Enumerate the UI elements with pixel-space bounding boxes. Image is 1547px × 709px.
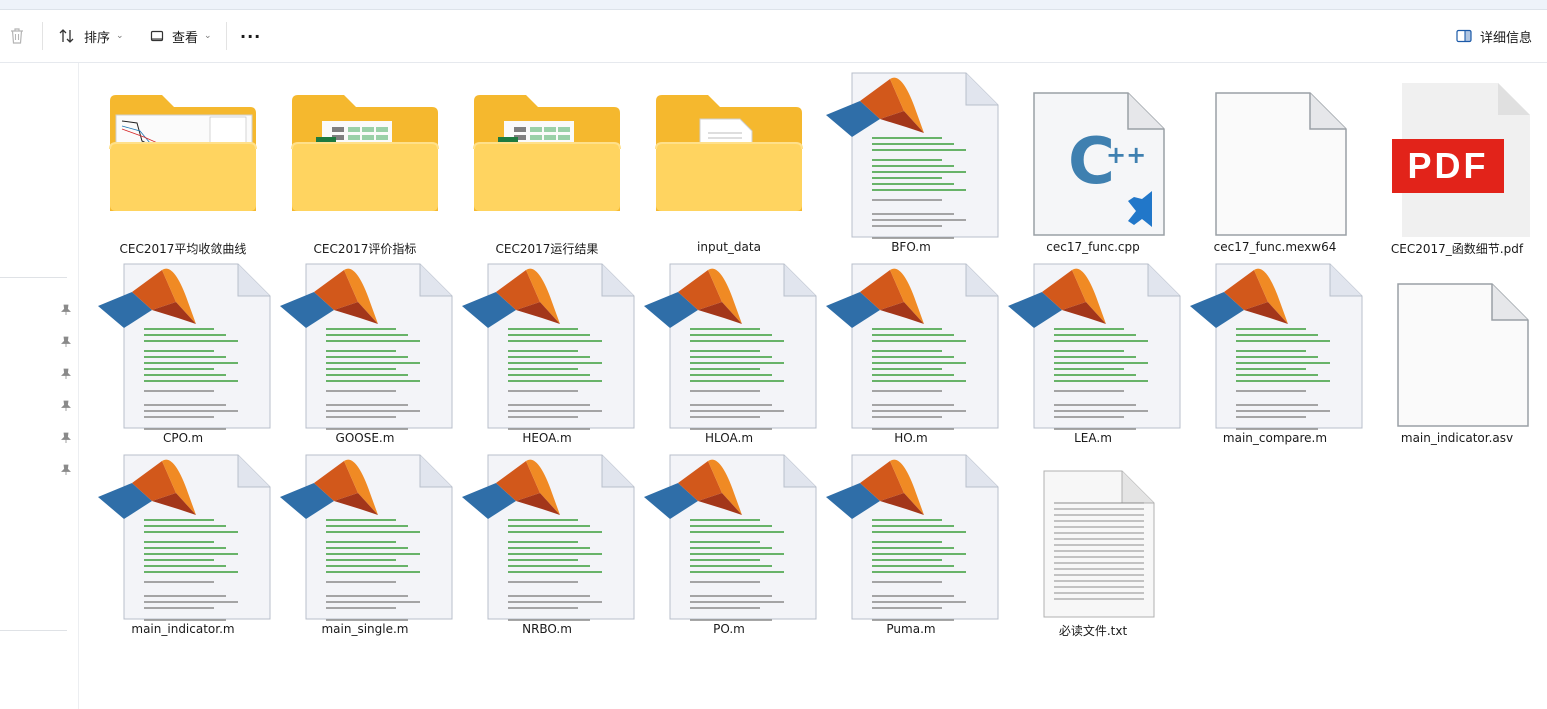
pin-icon[interactable] — [60, 304, 72, 316]
file-item[interactable]: NRBO.m — [456, 445, 638, 636]
folder-icon — [456, 71, 638, 241]
file-name-label: PO.m — [713, 622, 745, 636]
blank-file-icon — [1184, 71, 1366, 241]
file-item[interactable]: main_compare.m — [1184, 254, 1366, 445]
matlab-file-icon — [820, 453, 1002, 623]
chevron-down-icon: ⌄ — [116, 31, 124, 41]
folder-icon — [92, 71, 274, 241]
details-label: 详细信息 — [1480, 30, 1533, 46]
matlab-file-icon — [92, 262, 274, 432]
folder-item[interactable]: CEC2017评价指标 — [274, 63, 456, 256]
more-options-button[interactable]: ··· — [240, 10, 261, 62]
command-bar: 排序 ⌄ 查看 ⌄ ··· 详细信息 — [0, 10, 1547, 63]
folder-icon — [274, 71, 456, 241]
pdf-file-icon: PDF — [1366, 71, 1547, 241]
file-name-label: cec17_func.mexw64 — [1213, 240, 1337, 254]
matlab-file-icon — [456, 453, 638, 623]
file-item[interactable]: C ++ cec17_func.cpp — [1002, 63, 1184, 254]
navigation-pane — [0, 63, 79, 709]
pin-icon[interactable] — [60, 336, 72, 348]
file-name-label: 必读文件.txt — [1058, 624, 1128, 638]
window-top-strip — [0, 0, 1547, 10]
file-item[interactable]: main_single.m — [274, 445, 456, 636]
pin-icon[interactable] — [60, 432, 72, 444]
file-item[interactable]: HO.m — [820, 254, 1002, 445]
matlab-file-icon — [274, 262, 456, 432]
file-name-label: NRBO.m — [522, 622, 572, 636]
pin-icon[interactable] — [60, 368, 72, 380]
sort-icon — [58, 28, 76, 44]
trash-icon — [11, 28, 23, 44]
svg-text:PDF: PDF — [1408, 145, 1489, 186]
nav-divider — [0, 630, 67, 631]
matlab-file-icon — [1002, 262, 1184, 432]
file-name-label: main_indicator.asv — [1400, 431, 1514, 445]
sort-label: 排序 — [84, 30, 111, 46]
matlab-file-icon — [820, 71, 1002, 241]
cpp-file-icon: C ++ — [1002, 71, 1184, 241]
file-name-label: main_compare.m — [1222, 431, 1328, 445]
matlab-file-icon — [92, 453, 274, 623]
file-name-label: GOOSE.m — [335, 431, 395, 445]
view-button[interactable]: 查看 ⌄ — [150, 10, 212, 62]
matlab-file-icon — [274, 453, 456, 623]
delete-button[interactable] — [6, 10, 28, 62]
file-name-label: input_data — [697, 240, 761, 254]
svg-text:++: ++ — [1106, 141, 1146, 169]
toolbar-divider — [226, 22, 227, 50]
file-item[interactable]: CPO.m — [92, 254, 274, 445]
folder-item[interactable]: CEC2017运行结果 — [456, 63, 638, 256]
file-item[interactable]: 必读文件.txt — [1002, 445, 1184, 638]
nav-divider — [0, 277, 67, 278]
blank-file-icon — [1366, 262, 1547, 432]
file-name-label: Puma.m — [886, 622, 936, 636]
view-icon — [150, 29, 164, 43]
file-name-label: main_indicator.m — [131, 622, 235, 636]
details-pane-icon — [1456, 29, 1472, 43]
file-name-label: cec17_func.cpp — [1046, 240, 1140, 254]
file-name-label: HEOA.m — [522, 431, 572, 445]
file-item[interactable]: BFO.m — [820, 63, 1002, 254]
chevron-down-icon: ⌄ — [204, 31, 212, 41]
file-name-label: BFO.m — [891, 240, 931, 254]
file-item[interactable]: PO.m — [638, 445, 820, 636]
toolbar-divider — [42, 22, 43, 50]
pin-icon[interactable] — [60, 464, 72, 476]
file-item[interactable]: Puma.m — [820, 445, 1002, 636]
file-name-label: HO.m — [894, 431, 928, 445]
file-item[interactable]: GOOSE.m — [274, 254, 456, 445]
file-item[interactable]: HEOA.m — [456, 254, 638, 445]
file-item[interactable]: HLOA.m — [638, 254, 820, 445]
folder-item[interactable]: CEC2017平均收敛曲线 — [92, 63, 274, 256]
view-label: 查看 — [172, 30, 199, 46]
matlab-file-icon — [456, 262, 638, 432]
file-name-label: CPO.m — [162, 431, 204, 445]
matlab-file-icon — [820, 262, 1002, 432]
file-item[interactable]: main_indicator.m — [92, 445, 274, 636]
file-item[interactable]: main_indicator.asv — [1366, 254, 1547, 445]
file-name-label: HLOA.m — [704, 431, 754, 445]
matlab-file-icon — [1184, 262, 1366, 432]
more-icon: ··· — [240, 26, 262, 46]
details-pane-button[interactable]: 详细信息 — [1456, 10, 1532, 62]
folder-icon — [638, 71, 820, 241]
folder-item[interactable]: input_data — [638, 63, 820, 254]
file-item[interactable]: LEA.m — [1002, 254, 1184, 445]
file-item[interactable]: cec17_func.mexw64 — [1184, 63, 1366, 254]
matlab-file-icon — [638, 453, 820, 623]
text-file-icon — [1002, 453, 1184, 623]
matlab-file-icon — [638, 262, 820, 432]
file-name-label: LEA.m — [1074, 431, 1112, 445]
sort-button[interactable]: 排序 ⌄ — [58, 10, 124, 62]
file-item[interactable]: PDF CEC2017_函数细节.pdf — [1366, 63, 1547, 256]
pin-icon[interactable] — [60, 400, 72, 412]
file-name-label: main_single.m — [321, 622, 409, 636]
